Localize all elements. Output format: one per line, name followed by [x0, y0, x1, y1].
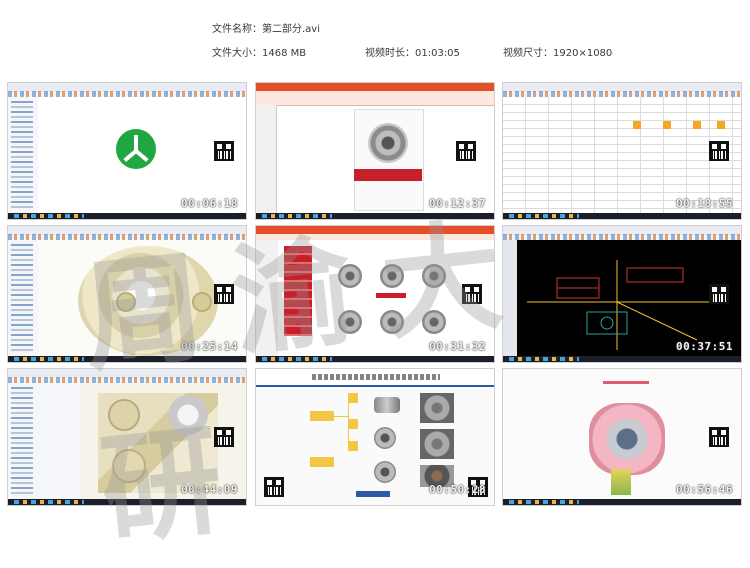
qr-code-icon [462, 284, 482, 304]
timestamp: 00:18:55 [676, 197, 733, 210]
thumbnail-9[interactable]: 00:56:46 [502, 368, 742, 506]
qr-code-icon [456, 141, 476, 161]
file-size: 文件大小：1468 MB [212, 48, 307, 59]
timestamp: 00:50:28 [429, 483, 486, 496]
thumbnail-4[interactable]: 00:25:14 [7, 225, 247, 363]
watermark-text: 周渝大研 [76, 201, 539, 562]
thumbnail-8[interactable]: 00:50:28 [255, 368, 495, 506]
qr-code-icon [709, 141, 729, 161]
assembly-render-image [589, 403, 665, 475]
qr-code-icon [709, 427, 729, 447]
qr-code-icon [214, 427, 234, 447]
timestamp: 00:31:32 [429, 340, 486, 353]
qr-code-icon [214, 284, 234, 304]
timestamp: 00:12:37 [429, 197, 486, 210]
timestamp: 00:37:51 [676, 340, 733, 353]
video-duration: 视频时长：01:03:05 [365, 48, 460, 59]
green-emblem-icon [116, 129, 156, 169]
chuck-part-image [368, 123, 408, 163]
thumbnail-3[interactable]: 00:18:55 [502, 82, 742, 220]
qr-code-icon [214, 141, 234, 161]
timestamp: 00:56:46 [676, 483, 733, 496]
thumbnail-1[interactable]: 00:06:18 [7, 82, 247, 220]
thumbnail-2[interactable]: 00:12:37 [255, 82, 495, 220]
thumbnail-6[interactable]: 00:37:51 [502, 225, 742, 363]
timestamp: 00:06:18 [181, 197, 238, 210]
timestamp: 00:25:14 [181, 340, 238, 353]
timestamp: 00:44:09 [181, 483, 238, 496]
qr-code-icon [264, 477, 284, 497]
video-resolution: 视频尺寸：1920×1080 [503, 48, 613, 59]
file-name: 文件名称：第二部分.avi [212, 24, 321, 35]
thumbnail-7[interactable]: 00:44:09 [7, 368, 247, 506]
qr-code-icon [709, 284, 729, 304]
thumbnail-5[interactable]: 00:31:32 [255, 225, 495, 363]
